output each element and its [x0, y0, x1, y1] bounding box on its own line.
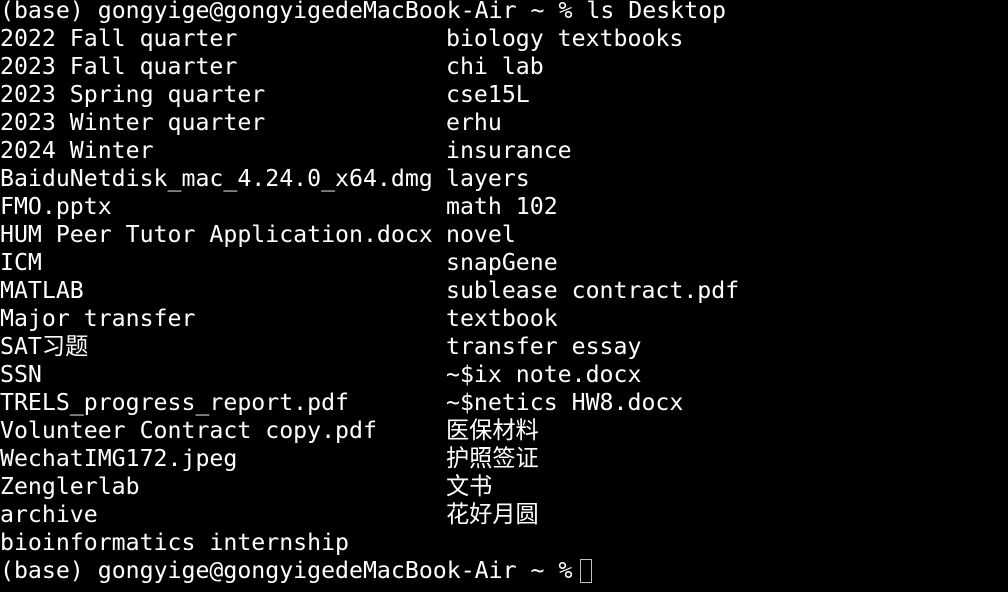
listing-row: 2023 Fall quarter chi lab	[0, 53, 739, 81]
listing-entry-right: novel	[446, 221, 516, 248]
listing-entry-left: 2023 Winter quarter	[0, 109, 266, 136]
listing-entry-right: ~$netics HW8.docx	[446, 389, 684, 416]
listing-row: BaiduNetdisk_mac_4.24.0_x64.dmg layers	[0, 165, 739, 193]
listing-entry-left: SAT习题	[0, 333, 89, 360]
terminal-output: (base) gongyige@gongyigedeMacBook-Air ~ …	[0, 0, 739, 585]
prompt-env: (base)	[0, 0, 84, 24]
current-prompt-line[interactable]: (base) gongyige@gongyigedeMacBook-Air ~ …	[0, 557, 739, 585]
listing-row: FMO.pptx math 102	[0, 193, 739, 221]
listing-entry-left: MATLAB	[0, 277, 84, 304]
listing-entry-left: 2022 Fall quarter	[0, 25, 238, 52]
listing-entry-right: insurance	[446, 137, 572, 164]
listing-entry-right: chi lab	[446, 53, 544, 80]
listing-entry-left: BaiduNetdisk_mac_4.24.0_x64.dmg	[0, 165, 433, 192]
listing-entry-right: biology textbooks	[446, 25, 684, 52]
listing-row: TRELS_progress_report.pdf ~$netics HW8.do…	[0, 389, 739, 417]
listing-entry-right: textbook	[446, 305, 558, 332]
listing-entry-right: cse15L	[446, 81, 530, 108]
terminal-window[interactable]: (base) gongyige@gongyigedeMacBook-Air ~ …	[0, 0, 1008, 592]
listing-row: 2022 Fall quarter biology textbooks	[0, 25, 739, 53]
listing-entry-left: 2023 Spring quarter	[0, 81, 266, 108]
listing-row: Zenglerlab 文书	[0, 473, 739, 501]
listing-entry-right: 医保材料	[446, 417, 539, 444]
listing-entry-left: Volunteer Contract copy.pdf	[0, 417, 377, 444]
listing-entry-left: TRELS_progress_report.pdf	[0, 389, 350, 416]
listing-entry-left: 2024 Winter	[0, 137, 154, 164]
listing-row: WechatIMG172.jpeg 护照签证	[0, 445, 739, 473]
listing-entry-left: 2023 Fall quarter	[0, 53, 238, 80]
listing-entry-right: 花好月圆	[446, 501, 539, 528]
listing-row: archive 花好月圆	[0, 501, 739, 529]
prompt-cwd: ~	[530, 557, 545, 584]
ls-listing: 2022 Fall quarter biology textbooks 2023 F…	[0, 25, 739, 557]
command-line: (base) gongyige@gongyigedeMacBook-Air ~ …	[0, 0, 739, 25]
listing-entry-left: archive	[0, 501, 98, 528]
listing-row: Major transfer textbook	[0, 305, 739, 333]
prompt-env: (base)	[0, 557, 84, 584]
listing-row: SAT习题 transfer essay	[0, 333, 739, 361]
listing-entry-right: 文书	[446, 473, 493, 500]
listing-entry-left: Zenglerlab	[0, 473, 140, 500]
listing-entry-left: ICM	[0, 249, 42, 276]
prompt-user-host: gongyige@gongyigedeMacBook-Air	[97, 557, 517, 584]
listing-row: 2023 Winter quarter erhu	[0, 109, 739, 137]
listing-row: 2024 Winter insurance	[0, 137, 739, 165]
prompt-symbol: %	[558, 0, 573, 24]
listing-entry-right: ~$ix note.docx	[446, 361, 642, 388]
listing-row: HUM Peer Tutor Application.docx novel	[0, 221, 739, 249]
listing-entry-right: snapGene	[446, 249, 558, 276]
listing-entry-left: SSN	[0, 361, 42, 388]
listing-row: bioinformatics internship	[0, 529, 739, 557]
listing-entry-left: FMO.pptx	[0, 193, 112, 220]
listing-row: SSN ~$ix note.docx	[0, 361, 739, 389]
listing-entry-left: WechatIMG172.jpeg	[0, 445, 238, 472]
text-cursor[interactable]	[580, 559, 593, 583]
listing-entry-right: transfer essay	[446, 333, 642, 360]
listing-entry-left: HUM Peer Tutor Application.docx	[0, 221, 433, 248]
listing-row: ICM snapGene	[0, 249, 739, 277]
command-text: ls Desktop	[586, 0, 726, 24]
listing-row: Volunteer Contract copy.pdf 医保材料	[0, 417, 739, 445]
prompt-cwd: ~	[530, 0, 545, 24]
listing-entry-right: sublease contract.pdf	[446, 277, 740, 304]
prompt-symbol: %	[558, 557, 573, 584]
listing-entry-right: erhu	[446, 109, 502, 136]
listing-entry-right: 护照签证	[446, 445, 539, 472]
listing-row: MATLAB sublease contract.pdf	[0, 277, 739, 305]
listing-entry-left: Major transfer	[0, 305, 196, 332]
listing-entry-right: layers	[446, 165, 530, 192]
listing-entry-right: math 102	[446, 193, 558, 220]
listing-entry-left: bioinformatics internship	[0, 529, 350, 556]
listing-row: 2023 Spring quarter cse15L	[0, 81, 739, 109]
prompt-user-host: gongyige@gongyigedeMacBook-Air	[97, 0, 517, 24]
